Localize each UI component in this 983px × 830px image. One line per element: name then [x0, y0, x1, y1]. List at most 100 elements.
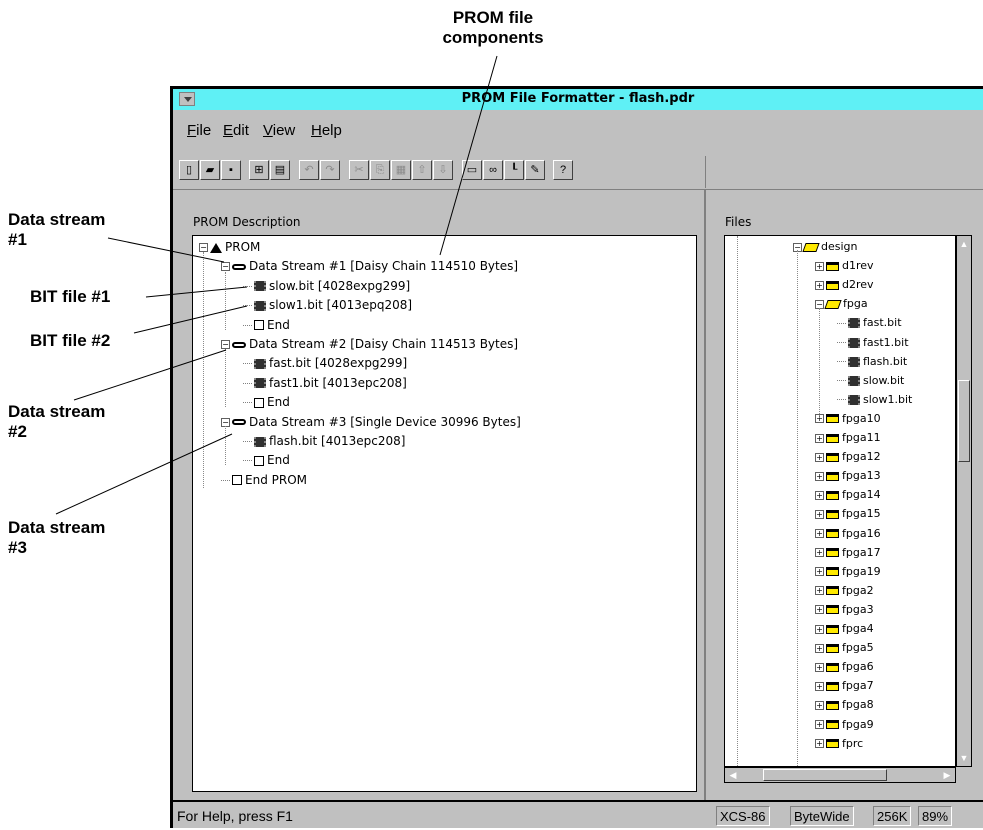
tree-item[interactable]: slow.bit [837, 374, 904, 388]
expand-icon[interactable]: + [815, 509, 824, 519]
tree-item[interactable]: + fpga14 [815, 488, 881, 502]
tree-item[interactable]: + d1rev [815, 259, 874, 273]
expand-icon[interactable]: + [815, 662, 824, 672]
expand-icon[interactable]: + [815, 280, 824, 290]
move-up-button[interactable]: ⇧ [412, 160, 432, 180]
tree-item[interactable]: End PROM [221, 473, 307, 487]
tree-item[interactable]: − Data Stream #1 [Daisy Chain 114510 Byte… [221, 259, 518, 273]
tree-item[interactable]: End [243, 318, 290, 332]
tree-item[interactable]: + fpga10 [815, 412, 881, 426]
expand-icon[interactable]: + [815, 681, 824, 691]
tree-item-label: fpga14 [842, 488, 881, 502]
tree-item[interactable]: − design [793, 240, 858, 254]
expand-icon[interactable]: + [815, 567, 824, 577]
copy-format-button[interactable]: ⊞ [249, 160, 269, 180]
expand-icon[interactable]: + [815, 452, 824, 462]
wand-button[interactable]: ✎ [525, 160, 545, 180]
files-horizontal-scrollbar[interactable]: ◀ ▶ [724, 767, 956, 783]
context-help-button[interactable]: ? [553, 160, 573, 180]
menu-view[interactable]: View [263, 122, 295, 139]
redo-button[interactable]: ↷ [320, 160, 340, 180]
open-button[interactable]: ▰ [200, 160, 220, 180]
add-prom-button[interactable]: ▭ [462, 160, 482, 180]
tree-item[interactable]: + d2rev [815, 278, 874, 292]
scroll-thumb[interactable] [958, 380, 970, 462]
expand-icon[interactable]: + [815, 490, 824, 500]
add-stream-button[interactable]: ∞ [483, 160, 503, 180]
scroll-right-icon[interactable]: ▶ [940, 769, 954, 781]
tree-item[interactable]: + fpga17 [815, 546, 881, 560]
expand-icon[interactable]: + [815, 471, 824, 481]
tree-item[interactable]: + fprc [815, 737, 863, 751]
tree-item[interactable]: + fpga5 [815, 641, 874, 655]
move-down-button[interactable]: ⇩ [433, 160, 453, 180]
title-bar[interactable]: PROM File Formatter - flash.pdr [173, 86, 983, 110]
scroll-left-icon[interactable]: ◀ [726, 769, 740, 781]
tree-item[interactable]: + fpga11 [815, 431, 881, 445]
tree-item-label: fpga8 [842, 698, 874, 712]
files-vertical-scrollbar[interactable]: ▲ ▼ [956, 235, 972, 767]
tree-button[interactable]: ┖ [504, 160, 524, 180]
files-tree[interactable]: − design + d1rev + d2rev − fpga fast.bit fast1.bi… [724, 235, 956, 767]
expand-icon[interactable]: + [815, 739, 824, 749]
tree-item[interactable]: End [243, 453, 290, 467]
tree-item[interactable]: − PROM [199, 240, 260, 254]
tree-item[interactable]: + fpga2 [815, 584, 874, 598]
tree-item-label: fpga5 [842, 641, 874, 655]
scroll-thumb[interactable] [763, 769, 887, 781]
tree-item[interactable]: + fpga13 [815, 469, 881, 483]
tree-item[interactable]: + fpga12 [815, 450, 881, 464]
cut-button[interactable]: ✂ [349, 160, 369, 180]
tree-item[interactable]: + fpga7 [815, 679, 874, 693]
expand-icon[interactable]: + [815, 624, 824, 634]
collapse-icon[interactable]: − [199, 243, 208, 252]
tree-item[interactable]: fast1.bit [4013epc208] [243, 376, 407, 390]
expand-icon[interactable]: + [815, 548, 824, 558]
tree-item[interactable]: slow1.bit [4013epq208] [243, 298, 412, 312]
tree-connector [221, 473, 232, 487]
undo-button[interactable]: ↶ [299, 160, 319, 180]
tree-item[interactable]: + fpga19 [815, 565, 881, 579]
tree-item[interactable]: + fpga9 [815, 718, 874, 732]
new-button[interactable]: ▯ [179, 160, 199, 180]
copy-button[interactable]: ⎘ [370, 160, 390, 180]
paste-button[interactable]: ▦ [391, 160, 411, 180]
collapse-icon[interactable]: − [221, 340, 230, 349]
tree-item[interactable]: flash.bit [4013epc208] [243, 434, 405, 448]
menu-edit[interactable]: Edit [223, 122, 249, 139]
expand-icon[interactable]: + [815, 261, 824, 271]
tree-item[interactable]: slow.bit [4028expg299] [243, 279, 410, 293]
menu-file[interactable]: File [187, 122, 211, 139]
prom-description-tree[interactable]: − PROM − Data Stream #1 [Daisy Chain 114510… [192, 235, 697, 792]
tree-item[interactable]: slow1.bit [837, 393, 912, 407]
tree-item[interactable]: − Data Stream #3 [Single Device 30996 Byt… [221, 415, 521, 429]
tree-item[interactable]: − Data Stream #2 [Daisy Chain 114513 Byte… [221, 337, 518, 351]
save-button[interactable]: ▪ [221, 160, 241, 180]
properties-button[interactable]: ▤ [270, 160, 290, 180]
expand-icon[interactable]: + [815, 586, 824, 596]
expand-icon[interactable]: + [815, 605, 824, 615]
tree-item[interactable]: + fpga6 [815, 660, 874, 674]
tree-item[interactable]: + fpga4 [815, 622, 874, 636]
tree-item[interactable]: + fpga8 [815, 698, 874, 712]
tree-item[interactable]: fast1.bit [837, 336, 909, 350]
expand-icon[interactable]: + [815, 700, 824, 710]
tree-item[interactable]: + fpga15 [815, 507, 881, 521]
expand-icon[interactable]: + [815, 643, 824, 653]
tree-item[interactable]: fast.bit [4028expg299] [243, 356, 407, 370]
menu-help[interactable]: Help [311, 122, 342, 139]
scroll-down-icon[interactable]: ▼ [958, 751, 970, 765]
scroll-up-icon[interactable]: ▲ [958, 237, 970, 251]
collapse-icon[interactable]: − [221, 262, 230, 272]
tree-item[interactable]: flash.bit [837, 355, 907, 369]
expand-icon[interactable]: + [815, 529, 824, 538]
pane-splitter[interactable] [704, 190, 706, 800]
tree-item[interactable]: + fpga16 [815, 527, 881, 541]
tree-item[interactable]: + fpga3 [815, 603, 874, 617]
expand-icon[interactable]: + [815, 720, 824, 729]
tree-item[interactable]: − fpga [815, 297, 868, 311]
tree-item[interactable]: End [243, 395, 290, 409]
expand-icon[interactable]: + [815, 433, 824, 443]
tree-item[interactable]: fast.bit [837, 316, 902, 330]
context-help-icon: ? [559, 164, 567, 176]
